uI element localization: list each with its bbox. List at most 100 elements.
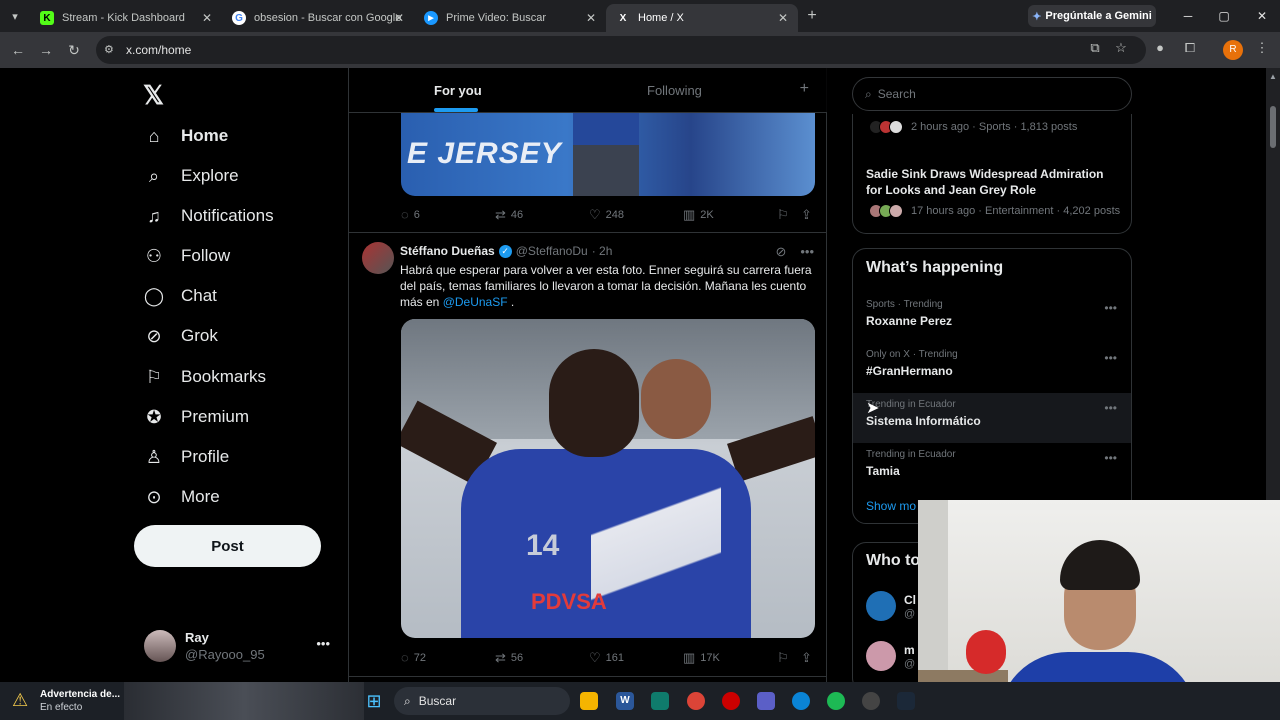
gemini-icon: ✦ <box>1032 10 1042 23</box>
extension-color-icon[interactable]: ● <box>1150 40 1170 60</box>
calculator-icon[interactable] <box>651 692 669 710</box>
nav-more[interactable]: ⊙ More <box>143 477 219 517</box>
bookmark-button[interactable]: ⚐ <box>777 207 794 223</box>
scroll-up-icon[interactable]: ▲ <box>1269 72 1277 81</box>
tab-for-you[interactable]: For you <box>434 83 482 98</box>
app-icon[interactable] <box>722 692 740 710</box>
more-dots-icon[interactable]: ••• <box>1104 451 1117 465</box>
bookmark-star-icon[interactable]: ☆ <box>1111 40 1131 60</box>
person-add-icon: ⚇ <box>145 245 163 266</box>
like-button[interactable]: ♡ 161 <box>589 650 624 666</box>
repost-button[interactable]: ⇄ 56 <box>495 650 523 666</box>
news-headline[interactable]: Sadie Sink Draws Widespread Admiration f… <box>866 166 1121 198</box>
nav-label: Bookmarks <box>181 367 267 386</box>
share-button[interactable]: ⇪ <box>801 207 817 223</box>
browser-tab-x[interactable]: X Home / X ✕ <box>606 4 798 32</box>
close-tab-icon[interactable]: ✕ <box>586 11 596 25</box>
search-input[interactable]: ⌕ Search <box>852 77 1132 111</box>
nav-home[interactable]: ⌂ Home <box>143 116 229 156</box>
browser-tab-kick[interactable]: K Stream - Kick Dashboard ✕ <box>30 4 222 32</box>
views-button[interactable]: ▥ 2K <box>683 207 714 223</box>
teams-icon[interactable] <box>757 692 775 710</box>
steam-icon[interactable] <box>897 692 915 710</box>
trend-item[interactable]: Trending in Ecuador Tamia ••• <box>853 443 1131 493</box>
nav-bookmarks[interactable]: ⚐ Bookmarks <box>143 357 266 397</box>
trend-item[interactable]: Sports · Trending Roxanne Perez ••• <box>853 293 1131 343</box>
reply-button[interactable]: ◌ 6 <box>401 207 420 222</box>
jersey-number: 14 <box>526 529 560 562</box>
account-switcher[interactable]: Ray @Rayooo_95 ••• <box>144 628 334 664</box>
trend-item[interactable]: Only on X · Trending #GranHermano ••• <box>853 343 1131 393</box>
file-explorer-icon[interactable] <box>580 692 598 710</box>
browser-tab-prime[interactable]: ▶ Prime Video: Buscar ✕ <box>414 4 606 32</box>
x-logo-icon[interactable]: 𝕏 <box>143 80 164 111</box>
tweet-image[interactable]: 14 PDVSA <box>401 319 815 638</box>
chrome-icon[interactable] <box>687 692 705 710</box>
more-dots-icon[interactable]: ••• <box>800 244 814 260</box>
like-button[interactable]: ♡ 248 <box>589 207 624 223</box>
close-tab-icon[interactable]: ✕ <box>202 11 212 25</box>
nav-chat[interactable]: ◯ Chat <box>143 276 217 316</box>
post-button[interactable]: Post <box>134 525 321 567</box>
trend-item[interactable]: Trending in Ecuador Sistema Informático … <box>853 393 1131 443</box>
address-toolbar: ← → ↻ ⚙ x.com/home ⧉ ☆ ● ⧠ R ⋮ <box>0 32 1280 68</box>
views-button[interactable]: ▥ 17K <box>683 650 720 666</box>
bookmark-button[interactable]: ⚐ <box>777 650 794 666</box>
minimize-icon[interactable]: ─ <box>1170 0 1206 32</box>
extensions-icon[interactable]: ⧠ <box>1180 40 1200 60</box>
suggestion-handle: @ <box>904 658 916 670</box>
reload-icon[interactable]: ↻ <box>60 42 88 59</box>
word-icon[interactable]: W <box>616 692 634 710</box>
grok-analyze-icon[interactable]: ⊘ <box>775 244 786 260</box>
windows-start-icon[interactable]: ⊞ <box>364 691 384 711</box>
mention-link[interactable]: @DeUnaSF <box>443 295 508 309</box>
site-info-icon[interactable]: ⚙ <box>104 43 114 56</box>
tab-following[interactable]: Following <box>647 83 702 98</box>
author-handle[interactable]: @SteffanoDu <box>516 244 588 258</box>
nav-notifications[interactable]: ♫ Notifications <box>143 196 273 236</box>
repost-button[interactable]: ⇄ 46 <box>495 207 523 223</box>
browser-tab-google[interactable]: G obsesion - Buscar con Google ✕ <box>222 4 414 32</box>
close-window-icon[interactable]: ✕ <box>1244 0 1280 32</box>
install-app-icon[interactable]: ⧉ <box>1085 40 1105 60</box>
views-icon: ▥ <box>683 207 696 222</box>
tab-title: obsesion - Buscar con Google <box>254 12 402 24</box>
back-icon[interactable]: ← <box>4 42 32 58</box>
gemini-button[interactable]: ✦ Pregúntale a Gemini <box>1028 5 1156 27</box>
close-tab-icon[interactable]: ✕ <box>394 11 404 25</box>
more-dots-icon[interactable]: ••• <box>1104 301 1117 315</box>
taskbar-search[interactable]: ⌕ Buscar <box>394 687 570 715</box>
forward-icon[interactable]: → <box>32 42 60 58</box>
more-dots-icon[interactable]: ••• <box>1104 351 1117 365</box>
tab-search-chevron-icon[interactable]: ▾ <box>0 0 30 32</box>
tweet-time[interactable]: · 2h <box>592 244 613 258</box>
nav-grok[interactable]: ⊘ Grok <box>143 316 217 356</box>
more-dots-icon[interactable]: ••• <box>1104 401 1117 415</box>
avatar[interactable] <box>362 242 394 274</box>
nav-profile[interactable]: ♙ Profile <box>143 437 229 477</box>
nav-follow[interactable]: ⚇ Follow <box>143 236 230 276</box>
nav-premium[interactable]: ✪ Premium <box>143 397 249 437</box>
url-bar[interactable]: ⚙ x.com/home <box>96 36 1146 64</box>
add-feed-icon[interactable]: + <box>800 80 809 98</box>
suggestion-name: Cl <box>904 593 916 607</box>
more-dots-icon[interactable]: ••• <box>316 636 330 651</box>
reply-button[interactable]: ◌ 72 <box>401 650 426 665</box>
edge-icon[interactable] <box>792 692 810 710</box>
new-tab-icon[interactable]: + <box>798 7 826 25</box>
profile-icon: ♙ <box>145 446 163 467</box>
obs-icon[interactable] <box>862 692 880 710</box>
spotify-icon[interactable] <box>827 692 845 710</box>
profile-avatar-icon[interactable]: R <box>1223 40 1243 60</box>
browser-menu-icon[interactable]: ⋮ <box>1252 40 1272 60</box>
nav-explore[interactable]: ⌕ Explore <box>143 156 239 196</box>
url-text: x.com/home <box>126 43 192 57</box>
security-warning-widget[interactable]: ⚠ Advertencia de... En efecto <box>12 688 124 716</box>
show-more-link[interactable]: Show mo <box>866 499 916 513</box>
author-name[interactable]: Stéffano Dueñas <box>400 244 495 258</box>
share-button[interactable]: ⇪ <box>801 650 817 666</box>
maximize-icon[interactable]: ▢ <box>1206 0 1242 32</box>
scrollbar-thumb[interactable] <box>1270 106 1276 148</box>
close-tab-icon[interactable]: ✕ <box>778 11 788 25</box>
tweet-image[interactable]: E JERSEY <box>401 113 815 196</box>
